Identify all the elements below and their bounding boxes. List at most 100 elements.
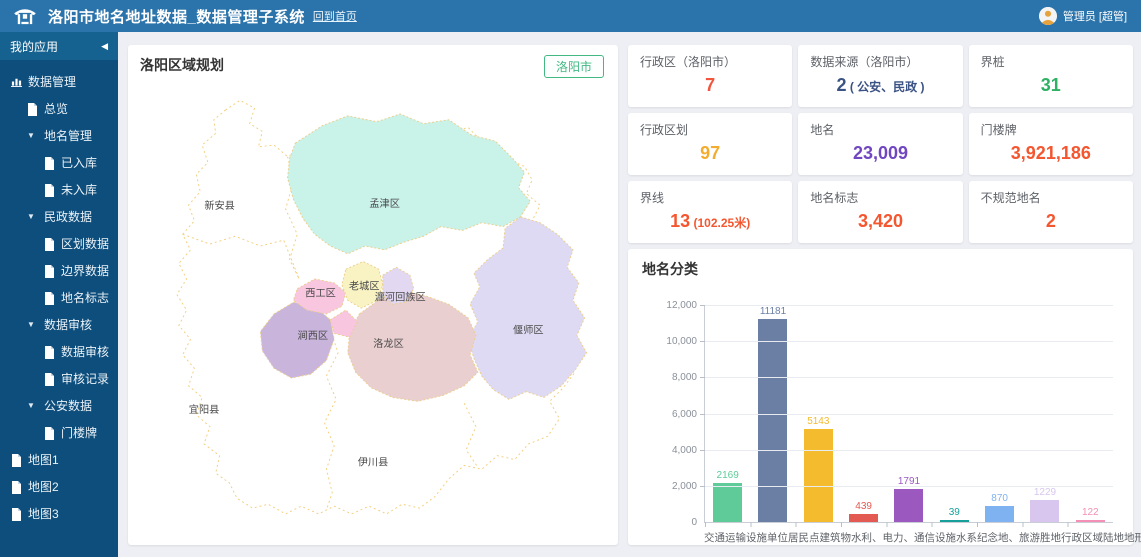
file-icon xyxy=(11,481,22,493)
stat-card: 地名 23,009 xyxy=(798,113,962,175)
sidebar-item-label: 数据审核 xyxy=(61,343,109,360)
region-map-panel: 洛阳区域规划 洛阳市 新安县孟津区西工区老城区瀍河回族区涧西区洛龙区偃师区宜阳县… xyxy=(128,45,618,545)
district-label-老城区: 老城区 xyxy=(349,280,380,293)
caret-down-icon: ▼ xyxy=(27,320,38,329)
stat-card: 行政区划 97 xyxy=(628,113,792,175)
sidebar-item-审核记录[interactable]: 审核记录 xyxy=(0,365,118,392)
sidebar-item-数据审核[interactable]: 数据审核 xyxy=(0,338,118,365)
stat-card: 地名标志3,420 xyxy=(798,181,962,243)
bar-value-label: 11181 xyxy=(760,306,786,317)
sidebar-item-数据管理[interactable]: 数据管理 xyxy=(0,68,118,95)
luoyang-map-svg: 新安县孟津区西工区老城区瀍河回族区涧西区洛龙区偃师区宜阳县伊川县 xyxy=(140,81,606,543)
sidebar-item-label: 民政数据 xyxy=(44,208,92,225)
x-axis-category-label: 交通运输设施 xyxy=(704,530,767,545)
collapse-sidebar-icon[interactable]: ◀ xyxy=(101,41,108,52)
bar-value-label: 122 xyxy=(1082,507,1099,518)
bar-value-label: 5143 xyxy=(807,416,829,427)
stat-card-value: 97 xyxy=(640,143,780,164)
x-axis-category-label: 居民点 xyxy=(788,530,820,545)
district-label-洛龙区: 洛龙区 xyxy=(373,337,404,350)
district-luolong[interactable] xyxy=(348,291,478,402)
sidebar-item-公安数据[interactable]: ▼公安数据 xyxy=(0,392,118,419)
stat-card-label: 行政区划 xyxy=(640,121,780,138)
stat-card-label: 地名 xyxy=(810,121,950,138)
sidebar-item-未入库[interactable]: 未入库 xyxy=(0,176,118,203)
bar-value-label: 870 xyxy=(991,493,1008,504)
sidebar-header-label: 我的应用 xyxy=(10,38,58,55)
sidebar-item-地图3[interactable]: 地图3 xyxy=(0,500,118,527)
stat-card-label: 界桩 xyxy=(981,53,1121,70)
stat-card: 行政区（洛阳市）7 xyxy=(628,45,792,107)
sidebar-item-label: 地图1 xyxy=(28,451,59,468)
user-menu[interactable]: 管理员 [超管] xyxy=(1039,7,1141,25)
bar-value-label: 1229 xyxy=(1034,487,1056,498)
stat-card: 门楼牌 3,921,186 xyxy=(969,113,1133,175)
sidebar-item-label: 总览 xyxy=(44,100,68,117)
sidebar-item-地名管理[interactable]: ▼ 地名管理 xyxy=(0,122,118,149)
bar-value-label: 39 xyxy=(949,507,960,518)
sidebar-item-label: 未入库 xyxy=(61,181,97,198)
sidebar-item-label: 边界数据 xyxy=(61,262,109,279)
stat-card-value: 7 xyxy=(640,75,780,96)
stat-card-value: 2 ( 公安、民政 ) xyxy=(810,75,950,96)
district-label-伊川县: 伊川县 xyxy=(358,456,389,468)
sidebar-item-地图1[interactable]: 地图1 xyxy=(0,446,118,473)
stat-card: 界桩31 xyxy=(969,45,1133,107)
sidebar-item-地图2[interactable]: 地图2 xyxy=(0,473,118,500)
stat-card-label: 门楼牌 xyxy=(981,121,1121,138)
caret-down-icon: ▼ xyxy=(27,131,38,140)
district-label-宜阳县: 宜阳县 xyxy=(189,403,220,416)
district-label-新安县: 新安县 xyxy=(204,199,235,212)
stat-card-value: 3,921,186 xyxy=(981,143,1121,164)
region-map[interactable]: 新安县孟津区西工区老城区瀍河回族区涧西区洛龙区偃师区宜阳县伊川县 xyxy=(140,81,606,543)
stat-card: 界线13 (102.25米) xyxy=(628,181,792,243)
file-icon xyxy=(44,238,55,250)
stat-card-value: 23,009 xyxy=(810,143,950,164)
file-icon xyxy=(11,508,22,520)
sidebar-item-总览[interactable]: 总览 xyxy=(0,95,118,122)
file-icon xyxy=(44,157,55,169)
district-yanshi[interactable] xyxy=(468,217,586,400)
district-label-瀍河回族区: 瀍河回族区 xyxy=(375,290,426,303)
stat-card-label: 不规范地名 xyxy=(981,189,1121,206)
stat-card: 不规范地名2 xyxy=(969,181,1133,243)
sidebar-item-民政数据[interactable]: ▼民政数据 xyxy=(0,203,118,230)
stat-card-label: 地名标志 xyxy=(810,189,950,206)
gridline xyxy=(705,414,1113,415)
county-separator xyxy=(183,234,300,279)
sidebar-item-label: 地图2 xyxy=(28,478,59,495)
y-axis-tick-label: 0 xyxy=(645,517,697,528)
district-label-涧西区: 涧西区 xyxy=(298,329,329,342)
file-icon xyxy=(44,373,55,385)
file-icon xyxy=(44,292,55,304)
stat-card-value: 13 (102.25米) xyxy=(640,211,780,232)
sidebar-item-label: 地名管理 xyxy=(44,127,92,144)
home-link[interactable]: 回到首页 xyxy=(313,8,357,24)
x-axis-category-label: 建筑物 xyxy=(820,530,852,545)
x-axis-labels: 交通运输设施单位居民点建筑物水利、电力、通信设施水系纪念地、旅游胜地行政区域陆地… xyxy=(704,530,1113,545)
chart-icon xyxy=(11,76,22,88)
bar xyxy=(985,506,1014,522)
sidebar-item-label: 地名标志 xyxy=(61,289,109,306)
y-axis-tick-label: 6,000 xyxy=(645,409,697,420)
city-badge[interactable]: 洛阳市 xyxy=(544,55,604,78)
sidebar-item-label: 已入库 xyxy=(61,154,97,171)
sidebar-item-数据审核[interactable]: ▼ 数据审核 xyxy=(0,311,118,338)
county-separator xyxy=(464,403,478,467)
bar-value-label: 2169 xyxy=(717,470,739,481)
bar xyxy=(1030,500,1059,522)
district-mengjin[interactable] xyxy=(288,114,531,254)
sidebar-item-门楼牌[interactable]: 门楼牌 xyxy=(0,419,118,446)
district-label-偃师区: 偃师区 xyxy=(513,323,544,336)
district-label-西工区: 西工区 xyxy=(305,287,336,299)
sidebar-item-区划数据[interactable]: 区划数据 xyxy=(0,230,118,257)
gridline xyxy=(705,341,1113,342)
sidebar-item-边界数据[interactable]: 边界数据 xyxy=(0,257,118,284)
chart-title: 地名分类 xyxy=(642,259,1119,279)
sidebar-item-地名标志[interactable]: 地名标志 xyxy=(0,284,118,311)
sidebar-item-label: 数据审核 xyxy=(44,316,92,333)
sidebar-item-已入库[interactable]: 已入库 xyxy=(0,149,118,176)
bar xyxy=(804,429,833,522)
y-axis-tick-label: 4,000 xyxy=(645,445,697,456)
user-avatar xyxy=(1039,7,1057,25)
